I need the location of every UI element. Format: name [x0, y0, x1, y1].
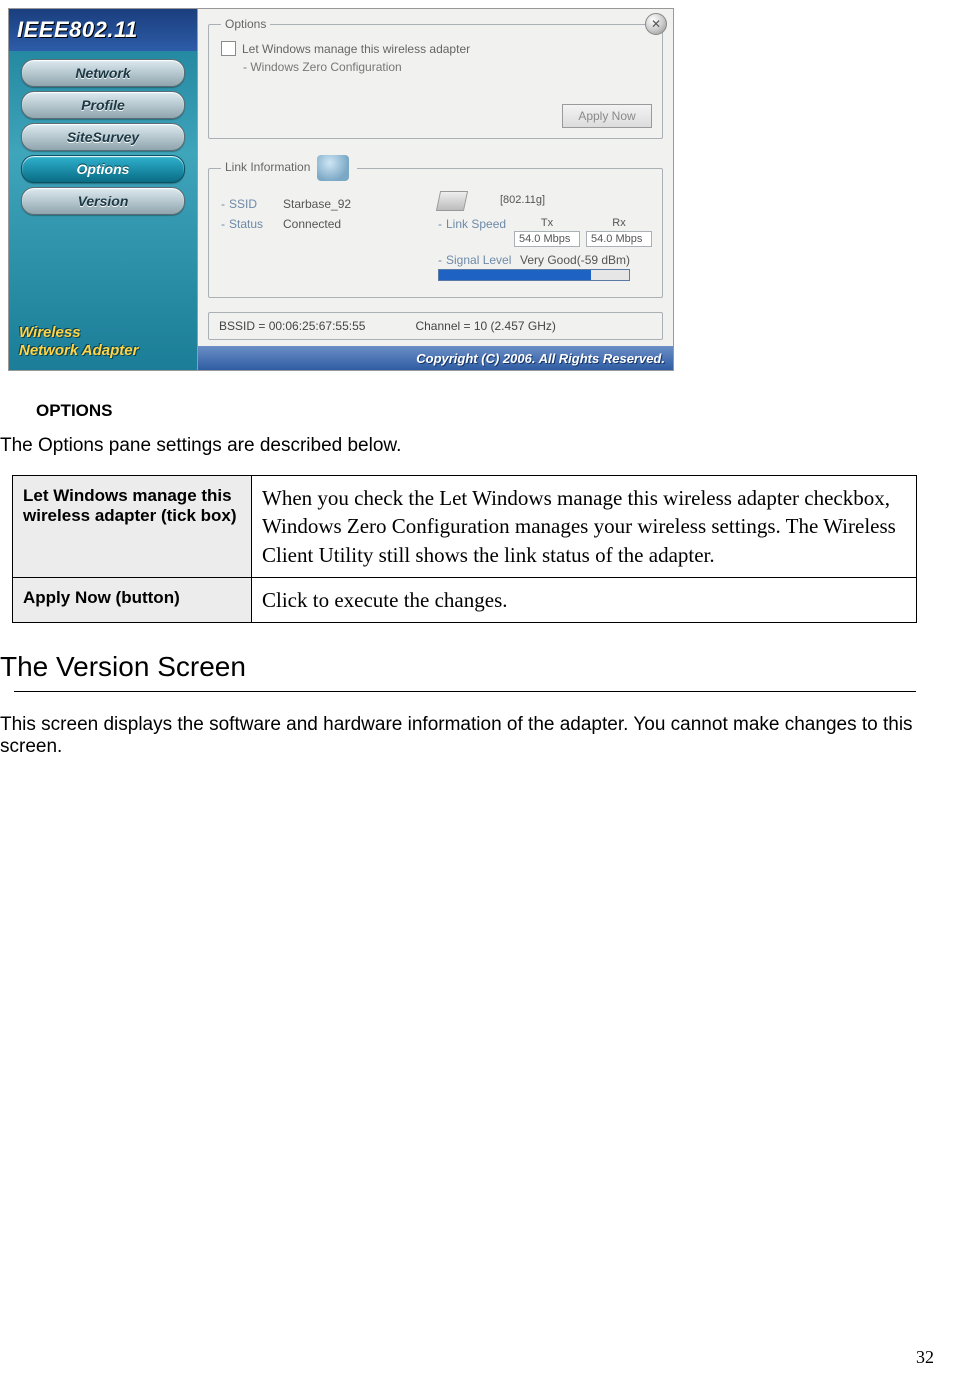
info-strip: BSSID = 00:06:25:67:55:55 Channel = 10 (… — [208, 312, 663, 340]
rx-label: Rx — [612, 217, 625, 229]
table-row: Apply Now (button) Click to execute the … — [13, 578, 917, 623]
signal-label: Signal Level — [446, 253, 520, 267]
adapter-label-line1: Wireless — [19, 324, 187, 342]
row2-value: Click to execute the changes. — [252, 578, 917, 623]
adapter-label: Wireless Network Adapter — [9, 324, 197, 370]
row1-label: Let Windows manage this wireless adapter… — [13, 476, 252, 578]
signal-bar — [438, 269, 630, 281]
status-label: Status — [229, 217, 283, 231]
copyright-bar: Copyright (C) 2006. All Rights Reserved. — [198, 346, 673, 370]
adapter-label-line2: Network Adapter — [19, 342, 187, 360]
link-speed-label: Link Speed — [446, 217, 514, 231]
table-row: Let Windows manage this wireless adapter… — [13, 476, 917, 578]
version-heading: The Version Screen — [0, 651, 916, 683]
channel-value: Channel = 10 (2.457 GHz) — [415, 319, 555, 333]
brand-bar: IEEE802.11 — [9, 9, 197, 51]
let-windows-checkbox[interactable] — [221, 41, 236, 56]
options-intro: The Options pane settings are described … — [0, 435, 916, 457]
main-area: ✕ Options Let Windows manage this wirele… — [198, 9, 673, 370]
signal-value: Very Good(-59 dBm) — [520, 253, 630, 267]
card-icon — [436, 191, 468, 211]
let-windows-label: Let Windows manage this wireless adapter — [242, 42, 470, 56]
tx-label: Tx — [541, 217, 553, 229]
ssid-label: SSID — [229, 197, 283, 211]
options-heading: OPTIONS — [36, 401, 916, 421]
document-body: OPTIONS The Options pane settings are de… — [0, 371, 946, 758]
link-info-panel: Link Information - SSID Starbase_92 - St… — [208, 155, 663, 298]
row1-value: When you check the Let Windows manage th… — [252, 476, 917, 578]
nav-network[interactable]: Network — [21, 59, 185, 87]
tx-value: 54.0 Mbps — [514, 231, 580, 247]
app-window: IEEE802.11 Network Profile SiteSurvey Op… — [8, 8, 674, 371]
nav-list: Network Profile SiteSurvey Options Versi… — [9, 51, 197, 223]
computer-icon — [317, 155, 349, 181]
mode-badge: [802.11g] — [500, 194, 545, 206]
options-panel: Options Let Windows manage this wireless… — [208, 17, 663, 139]
close-icon[interactable]: ✕ — [645, 13, 667, 35]
rx-value: 54.0 Mbps — [586, 231, 652, 247]
nav-sitesurvey[interactable]: SiteSurvey — [21, 123, 185, 151]
zero-config-label: - Windows Zero Configuration — [243, 60, 652, 74]
section-rule — [14, 691, 916, 692]
nav-options[interactable]: Options — [21, 155, 185, 183]
sidebar: IEEE802.11 Network Profile SiteSurvey Op… — [9, 9, 198, 370]
options-table: Let Windows manage this wireless adapter… — [12, 475, 917, 623]
bssid-value: BSSID = 00:06:25:67:55:55 — [219, 319, 365, 333]
page-number: 32 — [916, 1347, 934, 1368]
version-body: This screen displays the software and ha… — [0, 714, 916, 758]
row2-label: Apply Now (button) — [13, 578, 252, 623]
nav-version[interactable]: Version — [21, 187, 185, 215]
options-legend: Options — [221, 17, 270, 31]
ssid-value: Starbase_92 — [283, 197, 351, 211]
brand-label: IEEE802.11 — [17, 17, 138, 43]
nav-profile[interactable]: Profile — [21, 91, 185, 119]
apply-now-button[interactable]: Apply Now — [562, 104, 652, 128]
status-value: Connected — [283, 217, 341, 231]
link-info-legend: Link Information — [221, 155, 357, 181]
